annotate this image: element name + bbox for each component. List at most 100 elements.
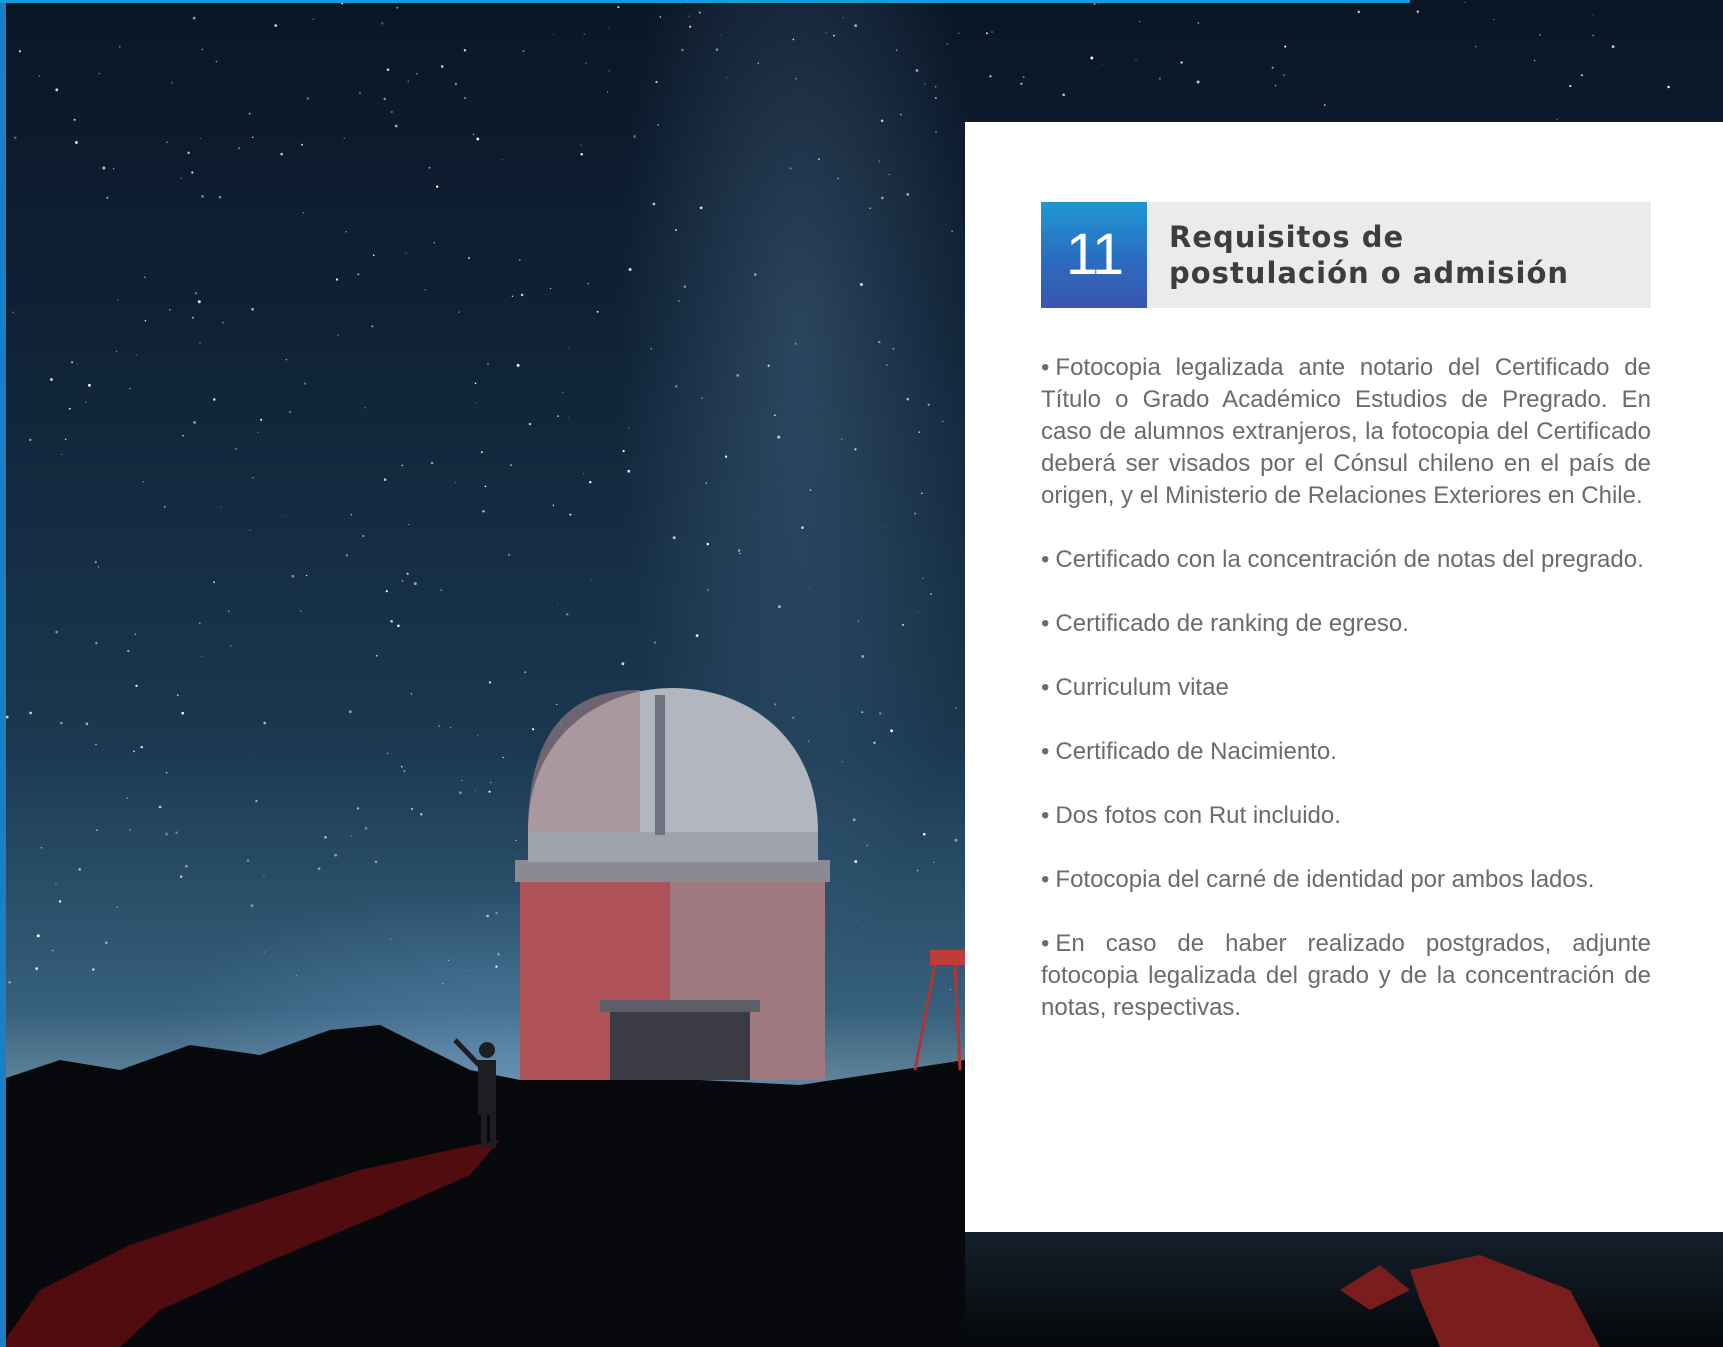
star <box>71 361 74 364</box>
star <box>213 398 216 401</box>
star <box>288 410 292 414</box>
star <box>129 388 131 390</box>
star <box>113 168 115 170</box>
star <box>738 549 741 552</box>
star <box>73 118 76 121</box>
star <box>474 402 476 404</box>
star <box>569 513 572 516</box>
star <box>606 91 609 93</box>
star <box>255 799 258 803</box>
star <box>12 311 14 313</box>
star <box>390 110 393 114</box>
star <box>94 560 97 564</box>
star <box>119 45 121 48</box>
star <box>580 152 583 156</box>
star <box>1090 56 1094 60</box>
star <box>627 426 630 429</box>
star <box>511 295 514 297</box>
star <box>220 506 222 508</box>
star <box>64 438 67 440</box>
star <box>357 807 360 810</box>
star <box>773 414 776 417</box>
star <box>415 72 418 75</box>
star <box>133 750 135 753</box>
star <box>442 983 444 985</box>
star <box>477 734 479 736</box>
star <box>949 988 951 991</box>
star <box>458 311 460 313</box>
top-accent-bar <box>0 0 1410 3</box>
star <box>861 711 864 713</box>
star <box>126 797 129 799</box>
star <box>450 726 452 728</box>
star <box>1493 19 1495 21</box>
star <box>1020 82 1023 85</box>
star <box>530 20 532 22</box>
star <box>695 634 699 637</box>
star <box>438 725 440 727</box>
list-item: • En caso de haber realizado postgrados, … <box>1041 928 1651 1024</box>
star <box>305 574 308 577</box>
star <box>165 771 168 774</box>
star <box>568 347 570 349</box>
star <box>934 97 937 99</box>
star <box>92 968 95 971</box>
star <box>381 22 384 25</box>
star <box>158 805 162 809</box>
star <box>621 662 625 666</box>
star <box>726 76 728 78</box>
star <box>464 97 466 99</box>
star <box>394 124 398 128</box>
star <box>1357 10 1361 14</box>
star <box>29 711 32 715</box>
star <box>1274 84 1277 87</box>
list-item: • Fotocopia legalizada ante notario del C… <box>1041 352 1651 512</box>
star <box>672 536 676 540</box>
star <box>383 478 387 481</box>
star <box>1533 59 1536 62</box>
star <box>885 363 888 366</box>
star <box>1474 45 1477 48</box>
star <box>35 967 38 970</box>
star <box>890 729 894 733</box>
star <box>1197 22 1200 24</box>
star <box>364 407 366 409</box>
star <box>885 527 887 528</box>
star <box>396 6 399 9</box>
star <box>589 481 592 484</box>
star <box>52 949 54 952</box>
star <box>280 152 284 156</box>
star <box>405 252 407 254</box>
star <box>112 245 114 247</box>
star <box>501 158 504 160</box>
star <box>98 72 101 75</box>
list-item: • Certificado de Nacimiento. <box>1041 736 1651 768</box>
red-rocks-bottom <box>1340 1255 1600 1347</box>
star <box>792 38 795 41</box>
star <box>436 185 439 188</box>
star <box>165 832 168 836</box>
list-item: • Dos fotos con Rut incluido. <box>1041 800 1651 832</box>
star <box>753 273 757 276</box>
star <box>192 16 196 20</box>
star <box>215 60 218 63</box>
star <box>199 342 201 344</box>
star <box>916 869 919 872</box>
star <box>1135 59 1137 61</box>
star <box>410 693 413 695</box>
star <box>794 77 797 80</box>
star <box>580 144 582 146</box>
star <box>222 321 224 324</box>
star <box>488 681 492 684</box>
star <box>622 449 625 453</box>
star <box>474 382 477 385</box>
bullet: • <box>1041 738 1050 765</box>
star <box>263 874 265 877</box>
star <box>480 450 484 454</box>
star <box>129 829 131 831</box>
star <box>922 832 926 836</box>
star <box>497 952 500 956</box>
star <box>170 81 174 84</box>
star <box>357 273 360 276</box>
star <box>102 166 106 170</box>
